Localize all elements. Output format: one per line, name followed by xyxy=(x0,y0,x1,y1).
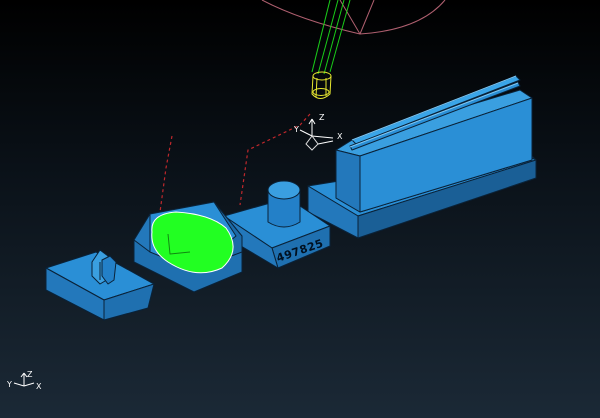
tool-axis-triad xyxy=(299,118,334,151)
tool-triad-z-label: Z xyxy=(319,113,325,122)
tool-holder-wireframe xyxy=(311,0,351,75)
world-triad-y-label: Y xyxy=(6,380,12,389)
cutting-tool-wireframe xyxy=(311,71,332,99)
tool-triad-y-label: Y xyxy=(293,125,299,134)
scene-canvas[interactable]: Z Y X 497825 Z Y X xyxy=(0,0,600,418)
tool-triad-x-label: X xyxy=(337,132,343,141)
machine-reference-arc xyxy=(261,0,446,35)
cam-3d-viewport[interactable]: Z Y X 497825 Z Y X xyxy=(0,0,600,418)
world-triad-x-label: X xyxy=(36,382,42,391)
part-4-vise-block[interactable] xyxy=(307,75,537,239)
world-triad-z-label: Z xyxy=(27,370,33,379)
